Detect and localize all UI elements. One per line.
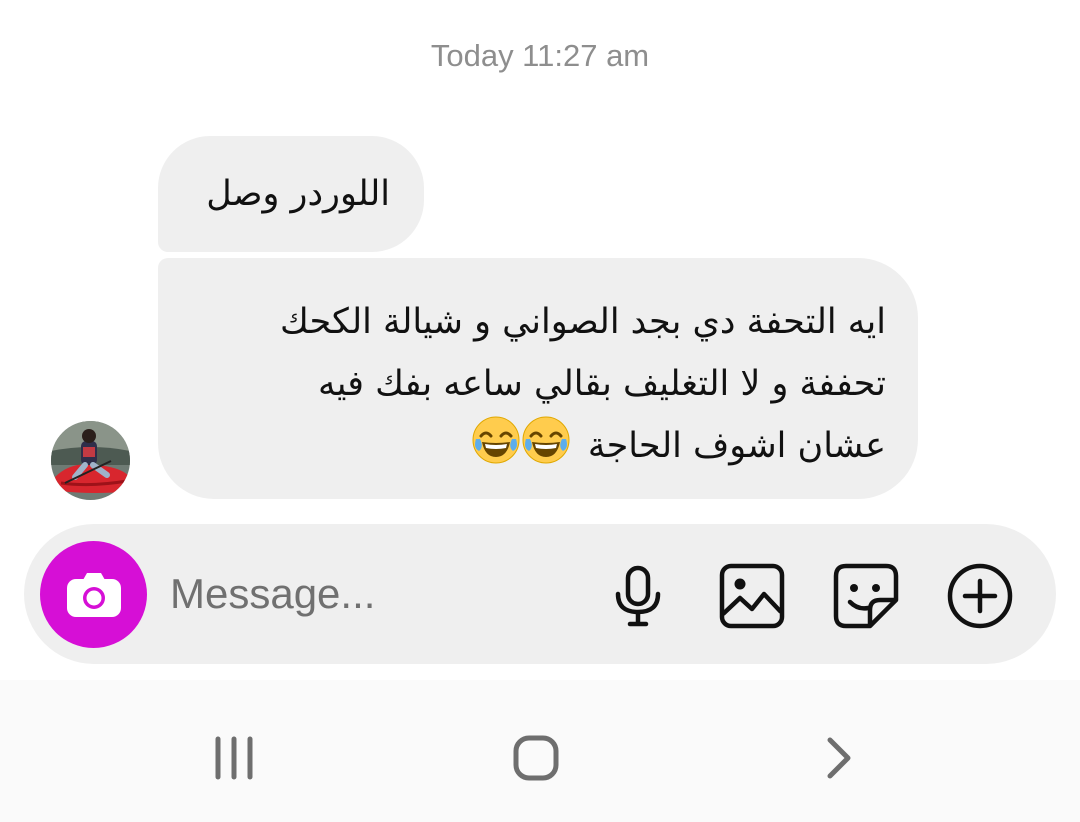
- gallery-icon: [719, 563, 785, 629]
- sticker-icon: [833, 563, 899, 629]
- back-icon: [827, 737, 851, 779]
- camera-button[interactable]: [40, 541, 147, 648]
- sticker-button[interactable]: [832, 562, 900, 630]
- home-icon: [513, 735, 559, 781]
- gallery-button[interactable]: [718, 562, 786, 630]
- microphone-icon: [615, 565, 661, 627]
- recent-apps-icon: [215, 736, 253, 780]
- message-text: اللوردر وصل: [206, 174, 390, 214]
- message-text-line: عشان اشوف الحاجة: [190, 415, 886, 485]
- message-bubble[interactable]: ايه التحفة دي بجد الصواني و شيالة الكحك …: [158, 258, 918, 499]
- back-button[interactable]: [810, 730, 870, 790]
- message-bubble[interactable]: اللوردر وصل: [158, 136, 424, 252]
- system-navigation-bar: [0, 680, 1080, 822]
- message-text: عشان اشوف الحاجة: [587, 426, 886, 466]
- voice-message-button[interactable]: [604, 562, 672, 630]
- plus-icon: [947, 563, 1013, 629]
- message-text-line: ايه التحفة دي بجد الصواني و شيالة الكحك: [280, 302, 886, 342]
- sender-avatar[interactable]: [51, 421, 130, 500]
- home-button[interactable]: [506, 730, 566, 790]
- message-input[interactable]: [170, 564, 570, 624]
- message-timestamp: Today 11:27 am: [430, 38, 650, 73]
- message-composer: [24, 524, 1056, 664]
- message-text-line: تحففة و لا التغليف بقالي ساعه بفك فيه: [317, 364, 886, 404]
- laughing-emoji-icon: [522, 416, 570, 464]
- avatar-image: [51, 421, 130, 500]
- more-options-button[interactable]: [946, 562, 1014, 630]
- laughing-emoji-icon: [472, 416, 520, 464]
- camera-icon: [66, 572, 121, 617]
- emoji-group: [471, 415, 571, 485]
- recent-apps-button[interactable]: [204, 730, 264, 790]
